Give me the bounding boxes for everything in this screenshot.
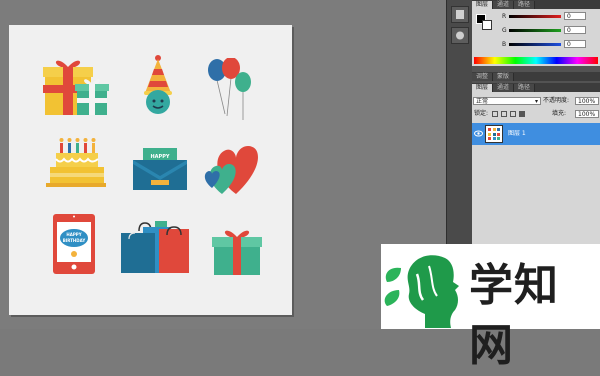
- color-panel: 图层 通道 路径 R 0 G 0 B 0: [472, 0, 600, 66]
- watermark-text: 学知网: [469, 260, 559, 371]
- slider-r-value[interactable]: 0: [564, 12, 586, 20]
- green-gift-icon: [212, 227, 262, 275]
- tablet-card-icon: HAPPY BIRTHDAY: [53, 214, 95, 274]
- slider-g-track[interactable]: [509, 29, 561, 32]
- tab-paths[interactable]: 路径: [514, 84, 536, 92]
- card-envelope-icon: HAPPY: [133, 146, 187, 190]
- layers-panel-tabs: 图层 通道 路径: [472, 83, 600, 92]
- leaf-head-logo-icon: [384, 255, 459, 328]
- actions-panel-button[interactable]: [451, 27, 469, 44]
- party-hat-icon: [141, 55, 175, 115]
- tab-layers-top[interactable]: 图层: [472, 1, 494, 9]
- lock-all-icon[interactable]: [519, 111, 525, 117]
- slider-b-value[interactable]: 0: [564, 40, 586, 48]
- gift-boxes-icon: [43, 57, 109, 117]
- lock-position-icon[interactable]: [510, 111, 516, 117]
- slider-b-track[interactable]: [509, 43, 561, 46]
- color-spectrum[interactable]: [474, 57, 598, 64]
- blend-mode-value: 正常: [476, 98, 489, 105]
- lock-transparency-icon[interactable]: [492, 111, 498, 117]
- slider-b[interactable]: B 0: [502, 40, 600, 49]
- adjust-panel-tabs: 调整 蒙版: [472, 72, 600, 81]
- lock-label: 锁定:: [474, 110, 489, 117]
- layer-row[interactable]: 图层 1: [472, 123, 600, 145]
- opacity-label: 不透明度:: [543, 97, 570, 104]
- blend-opacity-row: 正常 ▾ 不透明度: 100%: [472, 95, 600, 107]
- tab-channels-top[interactable]: 通道: [493, 1, 515, 9]
- document-canvas[interactable]: HAPPY HAPPY BIRTHDAY: [9, 25, 292, 315]
- slider-g-value[interactable]: 0: [564, 26, 586, 34]
- fill-label: 填充:: [552, 110, 567, 117]
- birthday-cake-icon: [46, 137, 106, 191]
- eye-icon[interactable]: [474, 129, 483, 138]
- fill-field[interactable]: 100%: [575, 110, 599, 118]
- shopping-bags-icon: [121, 221, 191, 273]
- slider-b-label: B: [502, 41, 507, 48]
- tablet-text-1: HAPPY: [66, 232, 81, 237]
- color-panel-tabs: 图层 通道 路径: [472, 0, 600, 9]
- slider-r[interactable]: R 0: [502, 12, 600, 21]
- slider-r-track[interactable]: [509, 15, 561, 18]
- slider-r-label: R: [502, 13, 507, 20]
- document-workspace[interactable]: HAPPY HAPPY BIRTHDAY: [0, 0, 446, 329]
- slider-g[interactable]: G 0: [502, 26, 600, 35]
- card-text: HAPPY: [150, 154, 169, 160]
- layer-name[interactable]: 图层 1: [508, 123, 526, 145]
- hearts-icon: [202, 140, 264, 198]
- opacity-field[interactable]: 100%: [575, 97, 599, 105]
- tab-masks[interactable]: 蒙版: [493, 73, 515, 81]
- slider-g-label: G: [502, 27, 507, 34]
- background-swatch[interactable]: [482, 20, 492, 30]
- blend-mode-select[interactable]: 正常 ▾: [473, 97, 541, 105]
- tab-paths-top[interactable]: 路径: [514, 1, 536, 9]
- watermark-logo: 学知网: [381, 244, 600, 371]
- chevron-down-icon: ▾: [534, 98, 538, 105]
- tab-layers[interactable]: 图层: [472, 84, 494, 92]
- history-panel-button[interactable]: [451, 6, 469, 23]
- layer-thumbnail: [485, 125, 503, 143]
- lock-fill-row: 锁定: 填充: 100%: [472, 108, 600, 120]
- tablet-text-2: BIRTHDAY: [63, 238, 86, 243]
- tab-adjustments[interactable]: 调整: [472, 73, 494, 81]
- balloons-icon: [207, 58, 255, 122]
- lock-pixels-icon[interactable]: [501, 111, 507, 117]
- tab-channels[interactable]: 通道: [493, 84, 515, 92]
